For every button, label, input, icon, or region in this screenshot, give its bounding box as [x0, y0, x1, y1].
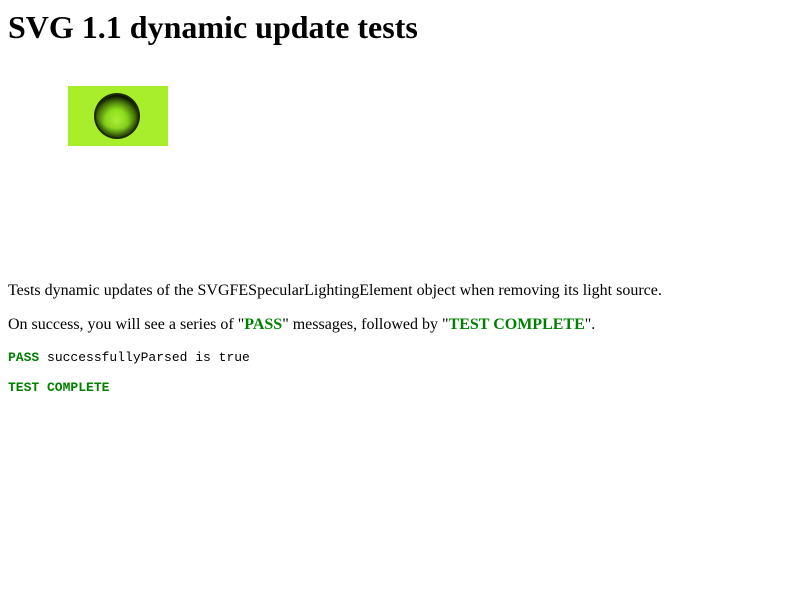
instructions-suffix: ".: [584, 316, 596, 333]
pass-status-label: PASS: [8, 350, 40, 365]
figure-circle-rim: [96, 95, 138, 137]
pass-message: successfullyParsed is true: [39, 350, 250, 365]
console-line-complete: TEST COMPLETE: [8, 380, 109, 396]
specular-lighting-result-image: [68, 86, 168, 146]
instructions-middle: " messages, followed by ": [282, 316, 449, 333]
instructions-complete-word: TEST COMPLETE: [448, 316, 585, 333]
instructions-pass-word: PASS: [244, 316, 283, 333]
specular-lighting-test-figure: [68, 86, 168, 146]
instructions-prefix: On success, you will see a series of ": [8, 316, 245, 333]
test-instructions: On success, you will see a series of "PA…: [8, 315, 595, 335]
test-description: Tests dynamic updates of the SVGFESpecul…: [8, 282, 662, 299]
console-line-pass: PASS successfullyParsed is true: [8, 350, 250, 366]
test-complete-label: TEST COMPLETE: [8, 380, 110, 395]
page-title: SVG 1.1 dynamic update tests: [8, 9, 418, 45]
